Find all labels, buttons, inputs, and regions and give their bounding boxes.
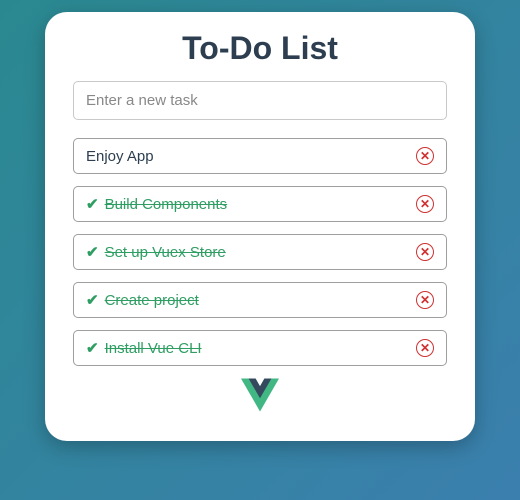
task-item[interactable]: Enjoy App ✕ [73, 138, 447, 174]
close-icon: ✕ [420, 342, 430, 354]
task-left[interactable]: ✔ Build Components [86, 195, 416, 213]
check-icon: ✔ [86, 243, 99, 261]
task-left[interactable]: ✔ Install Vue CLI [86, 339, 416, 357]
task-item[interactable]: ✔ Create project ✕ [73, 282, 447, 318]
task-item[interactable]: ✔ Build Components ✕ [73, 186, 447, 222]
check-icon: ✔ [86, 291, 99, 309]
task-label: Install Vue CLI [105, 340, 202, 357]
task-label: Build Components [105, 196, 228, 213]
task-list: Enjoy App ✕ ✔ Build Components ✕ ✔ Set u… [73, 138, 447, 366]
check-icon: ✔ [86, 195, 99, 213]
check-icon: ✔ [86, 339, 99, 357]
task-item[interactable]: ✔ Set up Vuex Store ✕ [73, 234, 447, 270]
close-icon: ✕ [420, 294, 430, 306]
task-item[interactable]: ✔ Install Vue CLI ✕ [73, 330, 447, 366]
delete-button[interactable]: ✕ [416, 147, 434, 165]
task-left[interactable]: ✔ Create project [86, 291, 416, 309]
delete-button[interactable]: ✕ [416, 291, 434, 309]
page-title: To-Do List [73, 30, 447, 67]
delete-button[interactable]: ✕ [416, 339, 434, 357]
delete-button[interactable]: ✕ [416, 195, 434, 213]
task-label: Set up Vuex Store [105, 244, 226, 261]
delete-button[interactable]: ✕ [416, 243, 434, 261]
task-left[interactable]: ✔ Set up Vuex Store [86, 243, 416, 261]
logo-wrap [73, 378, 447, 417]
task-label: Enjoy App [86, 148, 154, 165]
close-icon: ✕ [420, 246, 430, 258]
close-icon: ✕ [420, 198, 430, 210]
todo-card: To-Do List Enjoy App ✕ ✔ Build Component… [45, 12, 475, 441]
vue-logo-icon [241, 378, 279, 412]
task-left[interactable]: Enjoy App [86, 148, 416, 165]
close-icon: ✕ [420, 150, 430, 162]
task-label: Create project [105, 292, 199, 309]
new-task-input[interactable] [73, 81, 447, 120]
